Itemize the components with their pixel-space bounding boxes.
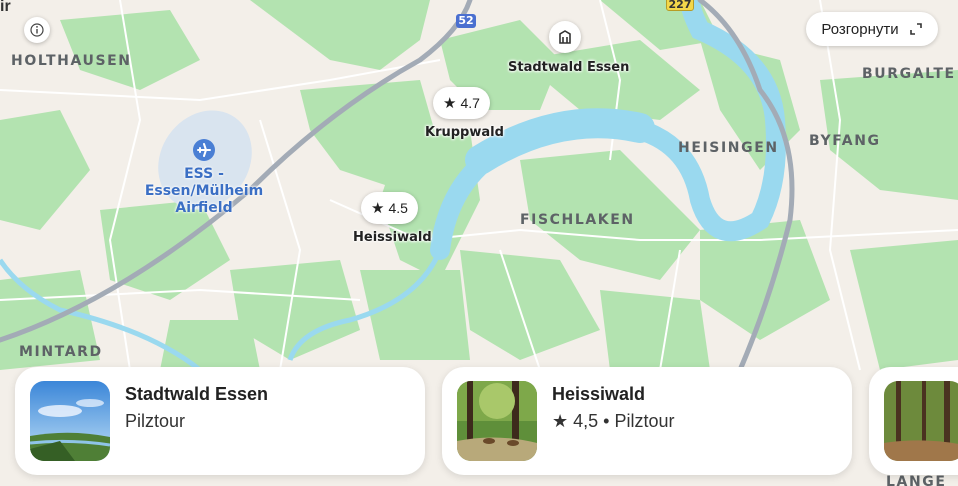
card-subtitle: ★ 4,5 • Pilztour	[552, 411, 675, 432]
district-mintard: MINTARD	[19, 344, 103, 360]
district-holthausen: HOLTHAUSEN	[11, 53, 132, 69]
info-icon	[30, 23, 44, 37]
airport-label[interactable]: ESS - Essen/Mülheim Airfield	[144, 166, 264, 217]
poi-label-kruppwald[interactable]: Kruppwald	[425, 125, 504, 140]
building-icon[interactable]	[549, 21, 581, 53]
road-shield-227: 227	[666, 0, 694, 11]
map-pin-kruppwald[interactable]: ★ 4.7	[433, 87, 490, 119]
card-rating: 4,5	[573, 411, 599, 431]
expand-icon	[909, 22, 923, 36]
district-lange: LANGE	[886, 474, 947, 486]
poi-label-heissiwald[interactable]: Heissiwald	[353, 230, 432, 245]
card-thumbnail	[884, 381, 958, 461]
place-card-partial[interactable]	[869, 367, 958, 475]
place-card-stadtwald[interactable]: Stadtwald Essen Pilztour	[15, 367, 425, 475]
card-separator: •	[603, 411, 610, 431]
district-heisingen: HEISINGEN	[678, 140, 779, 156]
airport-label-line-1: ESS -	[184, 166, 224, 182]
card-category: Pilztour	[614, 411, 675, 431]
district-burgalte: BURGALTE	[862, 66, 956, 82]
star-icon: ★	[443, 94, 457, 112]
card-title: Heissiwald	[552, 384, 646, 404]
map[interactable]: ir HOLTHAUSEN BURGALTE BYFANG HEISINGEN …	[0, 0, 958, 486]
road-shield-52: 52	[456, 14, 476, 28]
airport-label-line-3: Airfield	[175, 200, 233, 216]
info-button[interactable]	[24, 17, 50, 43]
expand-button[interactable]: Розгорнути	[806, 12, 938, 46]
pin-rating: 4.5	[388, 200, 408, 216]
airplane-icon[interactable]	[193, 139, 215, 161]
poi-label-stadtwald[interactable]: Stadtwald Essen	[508, 60, 629, 75]
card-subtitle: Pilztour	[125, 411, 185, 432]
district-byfang: BYFANG	[809, 133, 881, 149]
district-fischlaken: FISCHLAKEN	[520, 212, 635, 228]
place-card-heissiwald[interactable]: Heissiwald ★ 4,5 • Pilztour	[442, 367, 852, 475]
airport-label-line-2: Essen/Mülheim	[144, 183, 264, 199]
corner-text: ir	[0, 0, 11, 15]
card-thumbnail	[457, 381, 537, 461]
star-icon: ★	[552, 411, 569, 431]
pin-rating: 4.7	[460, 95, 480, 111]
star-icon: ★	[371, 199, 385, 217]
expand-label: Розгорнути	[821, 20, 899, 38]
map-pin-heissiwald[interactable]: ★ 4.5	[361, 192, 418, 224]
card-thumbnail	[30, 381, 110, 461]
card-title: Stadtwald Essen	[125, 384, 269, 404]
card-category: Pilztour	[125, 411, 186, 431]
